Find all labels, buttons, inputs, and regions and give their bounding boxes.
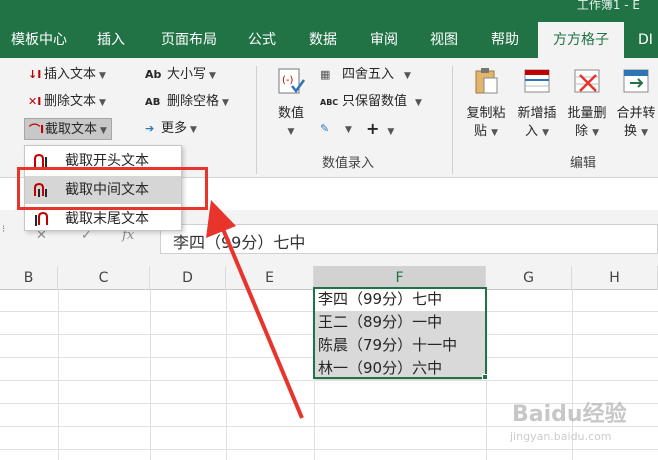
- group-label-edit: 编辑: [570, 156, 597, 171]
- column-header-e[interactable]: E: [226, 266, 314, 290]
- tab-fangfang[interactable]: 方方格子: [538, 22, 624, 58]
- chevron-down-icon: ▼: [345, 125, 352, 135]
- clipboard-icon: [475, 68, 498, 94]
- tab-formulas[interactable]: 公式: [234, 22, 290, 58]
- chevron-down-icon: ▼: [641, 128, 649, 138]
- chevron-down-icon: ▼: [592, 128, 600, 138]
- keep-numeric-icon: ABC: [320, 98, 339, 107]
- chevron-down-icon: ▼: [491, 128, 499, 138]
- chevron-down-icon: ▼: [99, 98, 106, 108]
- arrow-right-icon: ➔: [145, 122, 155, 135]
- chevron-down-icon: ▼: [209, 71, 216, 81]
- tab-page-layout[interactable]: 页面布局: [146, 22, 232, 58]
- case-icon: Ab: [145, 68, 162, 81]
- chevron-down-icon: ▼: [190, 125, 197, 135]
- title-bar: 工作簿1 - E: [0, 0, 658, 22]
- chevron-down-icon: ▼: [415, 98, 422, 108]
- fill-handle[interactable]: [482, 374, 488, 380]
- batch-delete-button[interactable]: 批量删 除 ▼: [563, 66, 611, 142]
- grid-line: [150, 290, 151, 460]
- extract-text-button[interactable]: ⌒I截取文本 ▼: [24, 118, 112, 140]
- highlight-box: [17, 167, 208, 210]
- window-title: 工作簿1 - E: [576, 0, 640, 10]
- delete-space-icon: AB: [145, 97, 161, 108]
- quick-access-marker: ⁝: [2, 224, 6, 235]
- ribbon-tabs: 模板中心 插入 页面布局 公式 数据 审阅 视图 帮助 方方格子 DI: [0, 22, 658, 58]
- grid-line: [0, 449, 658, 450]
- chevron-down-icon: ▼: [99, 71, 106, 81]
- tab-review[interactable]: 审阅: [356, 22, 412, 58]
- plus-button[interactable]: + ▼: [366, 118, 394, 140]
- grid-line: [226, 290, 227, 460]
- merge-convert-button[interactable]: 合并转 换 ▼: [612, 66, 658, 142]
- tab-data[interactable]: 数据: [294, 22, 352, 58]
- grid-line: [0, 380, 658, 381]
- case-button[interactable]: Ab 大小写 ▼: [145, 64, 216, 86]
- ribbon-separator: [452, 66, 453, 174]
- chevron-down-icon: ▼: [222, 98, 229, 108]
- delete-text-icon: ✕I: [28, 95, 42, 108]
- extract-text-icon: ⌒I: [29, 123, 45, 136]
- tab-di[interactable]: DI: [630, 22, 658, 58]
- chevron-down-icon: ▼: [404, 71, 411, 81]
- column-header-d[interactable]: D: [150, 266, 226, 290]
- round-icon: ▦: [320, 68, 331, 81]
- extract-end-icon: [35, 211, 48, 226]
- chevron-down-icon: ▼: [100, 126, 107, 136]
- selection-border: [313, 287, 487, 379]
- column-header-c[interactable]: C: [58, 266, 150, 290]
- column-header-g[interactable]: G: [486, 266, 572, 290]
- insert-new-button[interactable]: 新增插 入 ▼: [512, 66, 562, 142]
- chevron-down-icon: ▼: [287, 127, 295, 137]
- svg-text:(-): (-): [282, 75, 294, 86]
- more-button[interactable]: ➔ 更多 ▼: [145, 118, 197, 140]
- delete-text-button[interactable]: ✕I 删除文本 ▼: [28, 91, 106, 113]
- tab-view[interactable]: 视图: [416, 22, 472, 58]
- merge-convert-icon: [623, 69, 649, 93]
- round-button[interactable]: ▦ 四舍五入 ▼: [320, 64, 411, 86]
- pen-icon: ✎: [320, 122, 330, 135]
- keep-numeric-button[interactable]: ABC 只保留数值 ▼: [320, 91, 422, 113]
- tab-insert[interactable]: 插入: [80, 22, 142, 58]
- insert-rows-icon: [524, 69, 550, 93]
- watermark-url: jingyan.baidu.com: [510, 430, 612, 443]
- edit-style-button[interactable]: ✎ ▼: [320, 118, 352, 140]
- watermark-logo: Baidu经验: [512, 402, 627, 427]
- chevron-down-icon: ▼: [387, 127, 395, 137]
- delete-space-button[interactable]: AB 删除空格 ▼: [145, 91, 229, 113]
- value-icon: (-): [278, 68, 306, 94]
- formula-input[interactable]: 李四（99分）七中: [160, 224, 658, 254]
- copy-paste-button[interactable]: 复制粘 贴 ▼: [462, 66, 510, 142]
- tab-template-center[interactable]: 模板中心: [0, 22, 78, 58]
- insert-text-icon: ↓I: [28, 68, 42, 81]
- column-header-h[interactable]: H: [572, 266, 658, 290]
- insert-text-button[interactable]: ↓I 插入文本 ▼: [28, 64, 106, 86]
- batch-delete-icon: [574, 69, 600, 93]
- formula-value: 李四（99分）七中: [173, 233, 306, 252]
- column-header-b[interactable]: B: [0, 266, 58, 290]
- group-label-numeric: 数值录入: [322, 156, 375, 171]
- grid-line: [58, 290, 59, 460]
- chevron-down-icon: ▼: [542, 128, 550, 138]
- tab-help[interactable]: 帮助: [476, 22, 534, 58]
- plus-icon: +: [366, 119, 380, 138]
- ribbon-separator: [256, 66, 257, 174]
- value-button[interactable]: (-) 数值 ▼: [270, 66, 312, 141]
